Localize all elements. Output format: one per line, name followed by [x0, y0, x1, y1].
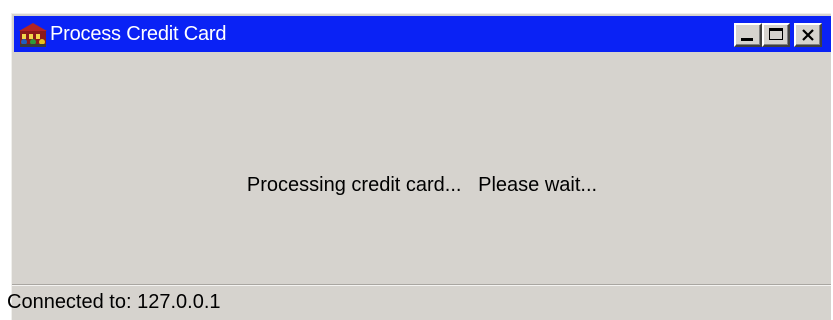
status-separator	[12, 284, 831, 286]
minimize-button[interactable]	[734, 23, 762, 47]
close-button[interactable]	[794, 23, 822, 47]
process-credit-card-window: Process Credit Card Processing credit ca…	[7, 13, 831, 320]
maximize-button[interactable]	[762, 23, 790, 47]
maximize-icon	[769, 28, 783, 40]
window-title: Process Credit Card	[50, 23, 227, 45]
minimize-icon	[741, 38, 753, 41]
app-icon[interactable]	[18, 22, 48, 48]
status-bar-text: Connected to: 127.0.0.1	[7, 291, 221, 313]
close-icon	[800, 27, 816, 43]
window-titlebar[interactable]: Process Credit Card	[14, 16, 831, 52]
processing-message: Processing credit card... Please wait...	[246, 174, 598, 196]
